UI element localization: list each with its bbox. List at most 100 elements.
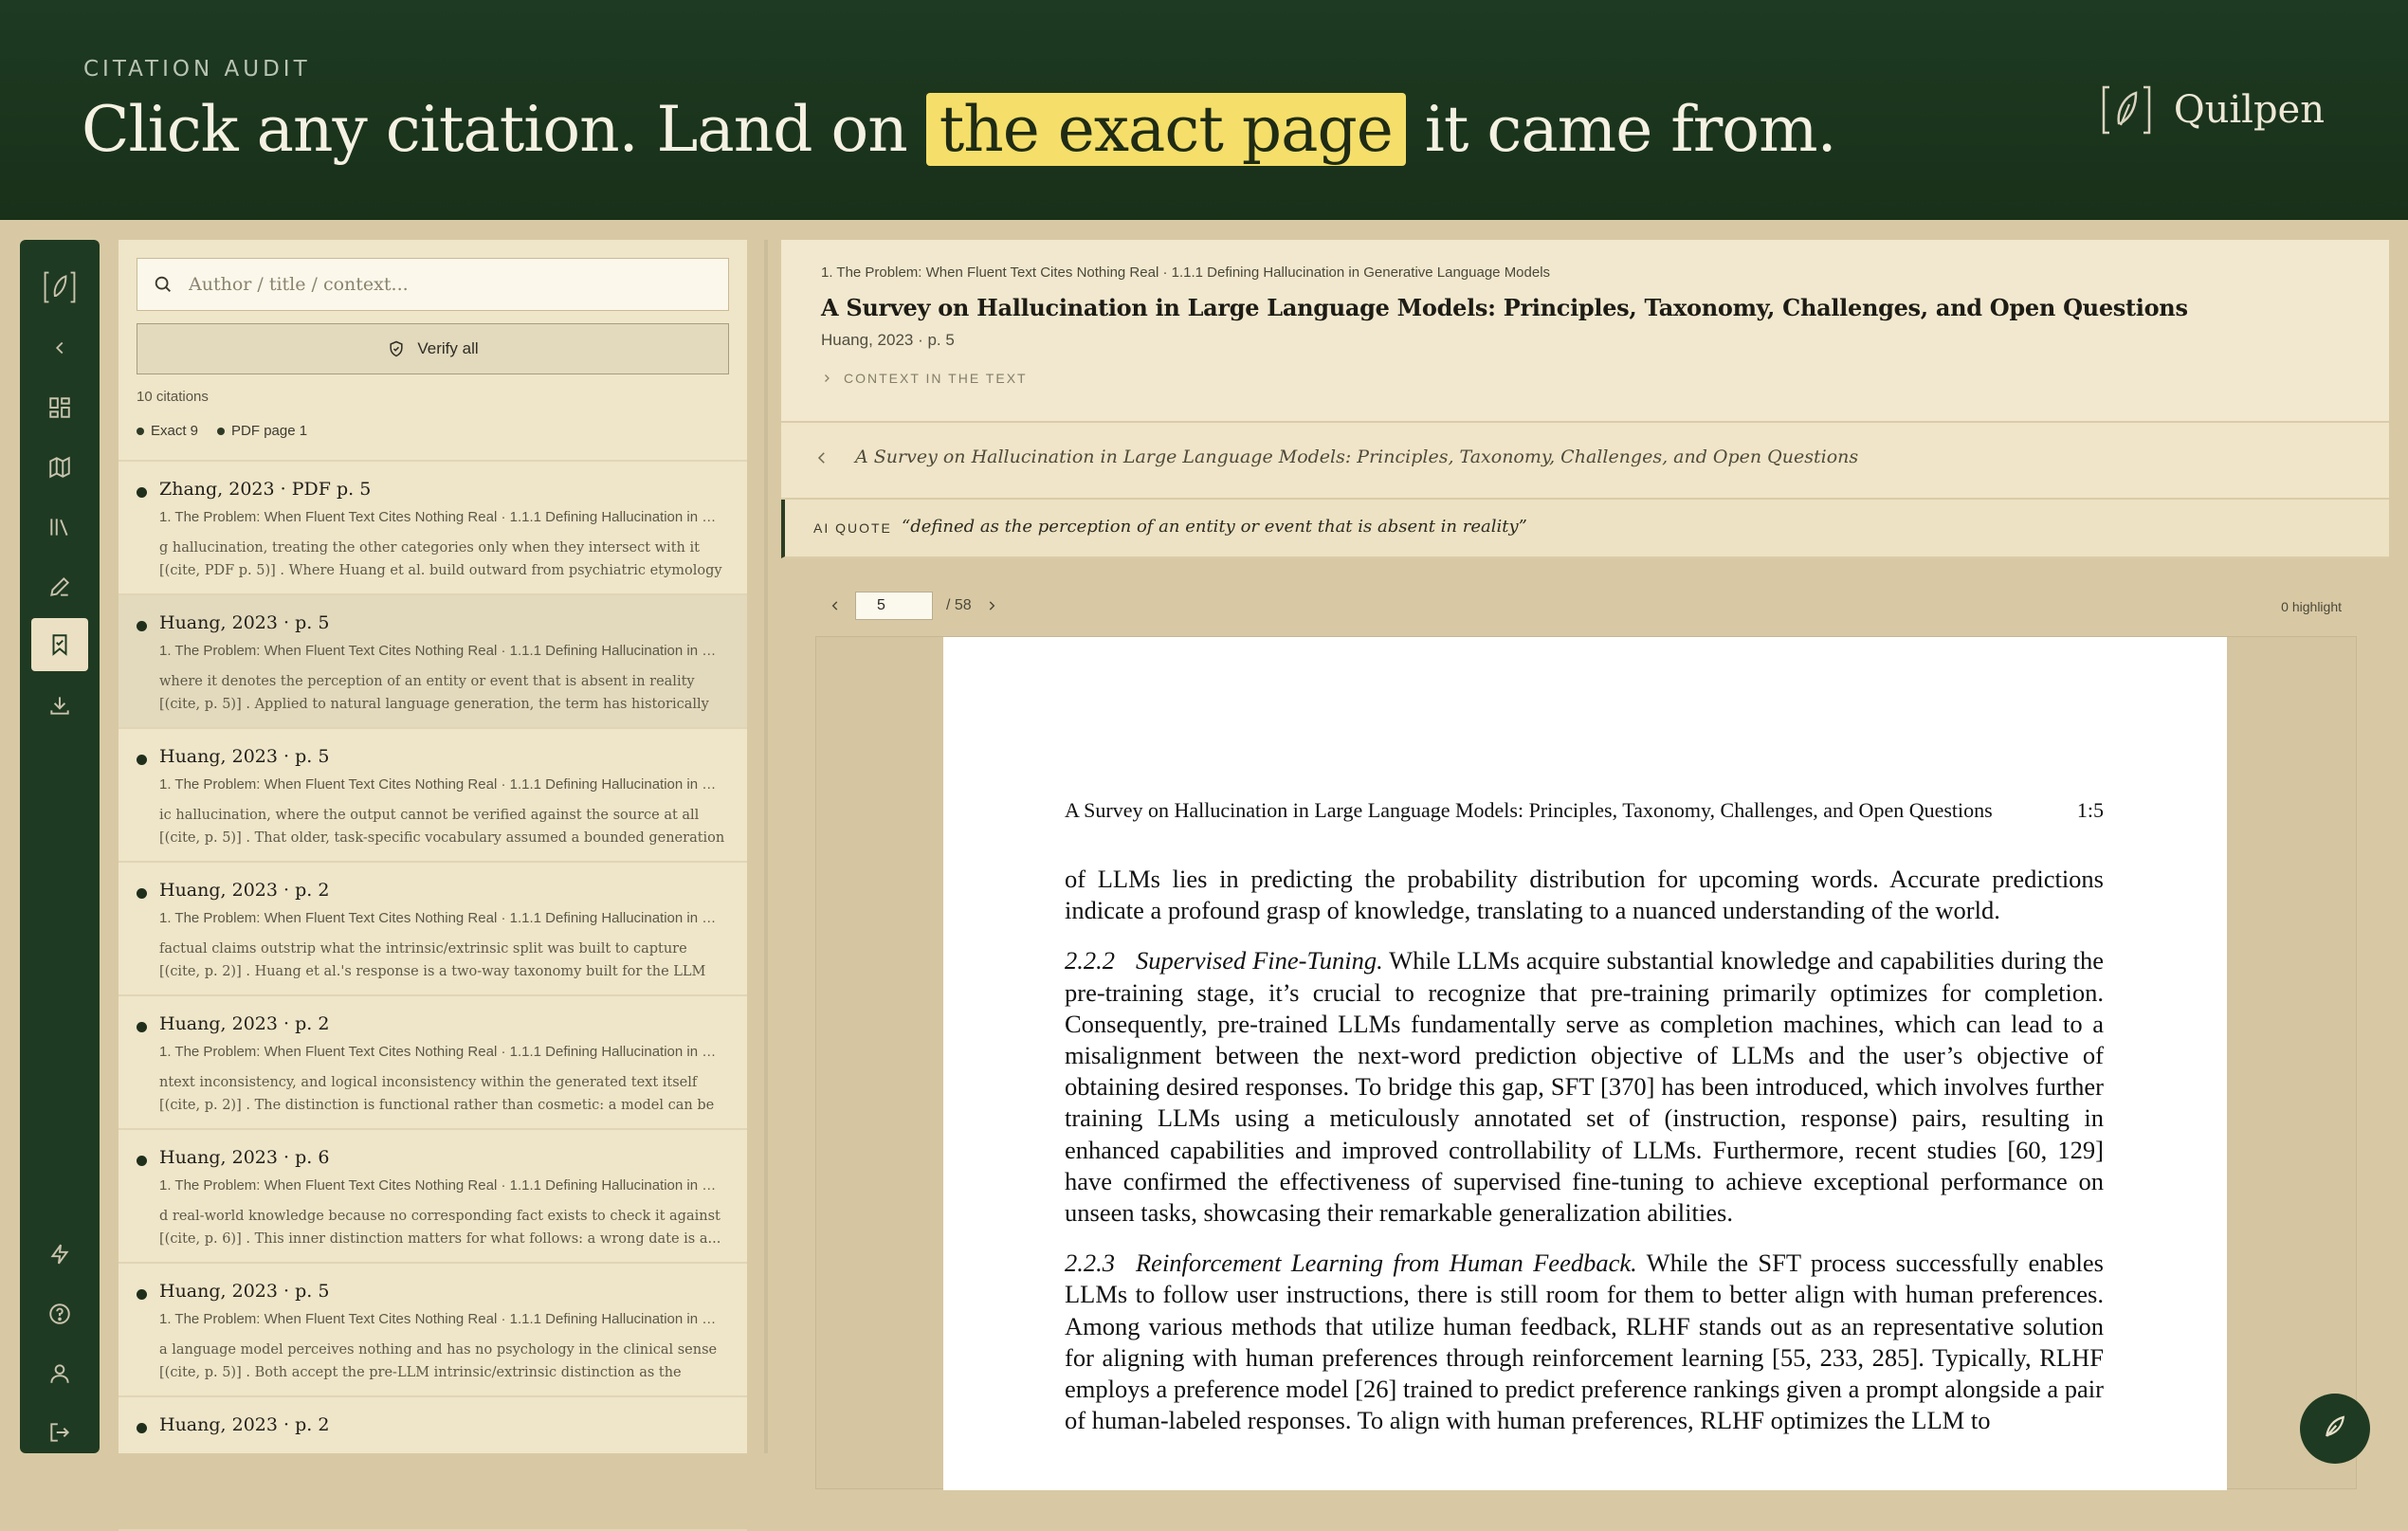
dot-icon <box>137 428 144 436</box>
legend-item-exact[interactable]: Exact 9 <box>137 423 198 439</box>
lightning-icon <box>50 1244 69 1265</box>
ai-quote-text: “defined as the perception of an entity … <box>902 517 1527 537</box>
citation-item[interactable]: Huang, 2023 · p. 6 1. The Problem: When … <box>119 1130 747 1264</box>
logout-icon <box>50 1423 70 1442</box>
map-icon <box>49 456 70 479</box>
nav-write[interactable] <box>31 560 88 613</box>
headline-text-before: Click any citation. Land on <box>82 93 908 166</box>
citations-panel: Verify all 10 citations Exact 9 PDF page… <box>119 240 747 1531</box>
citation-list: Zhang, 2023 · PDF p. 5 1. The Problem: W… <box>119 462 747 1531</box>
source-bar: A Survey on Hallucination in Large Langu… <box>781 423 2389 500</box>
section-title: Supervised Fine-Tuning. <box>1136 946 1383 975</box>
nav-help[interactable] <box>31 1287 88 1340</box>
pdf-viewer[interactable]: A Survey on Hallucination in Large Langu… <box>815 636 2357 1490</box>
section-title: Reinforcement Learning from Human Feedba… <box>1136 1248 1637 1278</box>
dot-icon <box>217 428 226 436</box>
detail-header: 1. The Problem: When Fluent Text Cites N… <box>781 240 2389 423</box>
brand-name: Quilpen <box>2173 88 2325 132</box>
shield-check-icon <box>390 340 403 357</box>
running-head-page: 1:5 <box>2076 798 2104 822</box>
bookmark-icon <box>52 634 67 656</box>
chevron-left-icon <box>55 341 64 355</box>
citation-snippet: ntext inconsistency, and logical inconsi… <box>159 1075 715 1113</box>
verify-all-label: Verify all <box>417 339 479 357</box>
hero-header: CITATION AUDIT Click any citation. Land … <box>0 0 2408 220</box>
running-head-title: A Survey on Hallucination in Large Langu… <box>1065 798 1993 822</box>
citation-item[interactable]: Huang, 2023 · p. 5 1. The Problem: When … <box>119 1264 747 1397</box>
citation-item[interactable]: Zhang, 2023 · PDF p. 5 1. The Problem: W… <box>119 462 747 595</box>
citation-title: Huang, 2023 · p. 2 <box>159 1414 330 1435</box>
page-total: / 58 <box>946 597 972 613</box>
status-legend: Exact 9 PDF page 1 <box>137 423 307 439</box>
legend-label: PDF page 1 <box>231 423 308 439</box>
page-number-input[interactable] <box>855 592 933 620</box>
search-input[interactable] <box>187 273 702 296</box>
citation-path: 1. The Problem: When Fluent Text Cites N… <box>159 910 726 926</box>
headline: Click any citation. Land on the exact pa… <box>82 93 1837 166</box>
nav-logout[interactable] <box>31 1406 88 1459</box>
nav-dashboard[interactable] <box>31 381 88 434</box>
rail-logo-button[interactable] <box>31 261 88 314</box>
citation-item[interactable]: Huang, 2023 · p. 2 <box>119 1397 747 1531</box>
headline-highlight: the exact page <box>925 93 1406 166</box>
prev-page-icon[interactable] <box>829 599 842 612</box>
nav-map[interactable] <box>31 441 88 494</box>
nav-citations[interactable] <box>31 618 88 671</box>
quilpen-logo-icon <box>2102 85 2151 135</box>
ai-quote: AI QUOTE “defined as the perception of a… <box>781 500 2389 558</box>
section-number: 2.2.2 <box>1065 946 1115 975</box>
status-dot-icon <box>137 1156 147 1166</box>
legend-item-pdf-page[interactable]: PDF page 1 <box>217 423 307 439</box>
section-heading: 2.2.2 Supervised Fine-Tuning. <box>1065 946 1383 975</box>
citation-snippet: d real-world knowledge because no corres… <box>159 1209 721 1247</box>
panel-splitter[interactable] <box>764 240 768 1453</box>
citation-title: Zhang, 2023 · PDF p. 5 <box>159 479 372 500</box>
citation-title: Huang, 2023 · p. 2 <box>159 1013 330 1034</box>
citation-snippet: g hallucination, treating the other cate… <box>159 540 722 578</box>
collapse-button[interactable] <box>31 321 88 374</box>
citation-title: Huang, 2023 · p. 5 <box>159 746 330 767</box>
search-box[interactable] <box>137 258 729 311</box>
pdf-pager: / 58 <box>829 592 998 620</box>
citation-item[interactable]: Huang, 2023 · p. 5 1. The Problem: When … <box>119 729 747 863</box>
status-dot-icon <box>137 1423 147 1433</box>
citation-detail: 1. The Problem: When Fluent Text Cites N… <box>781 240 2389 1490</box>
paragraph-text: While LLMs acquire substantial knowledge… <box>1065 946 2104 1228</box>
section-number: 2.2.3 <box>1065 1248 1115 1278</box>
citation-path: 1. The Problem: When Fluent Text Cites N… <box>159 1177 726 1194</box>
status-dot-icon <box>137 1022 147 1032</box>
download-icon <box>50 697 69 715</box>
quilpen-logo-icon <box>44 271 76 303</box>
nav-account[interactable] <box>31 1347 88 1400</box>
nav-rail <box>20 240 100 1453</box>
brand[interactable]: Quilpen <box>2100 83 2325 137</box>
verify-all-button[interactable]: Verify all <box>137 323 729 374</box>
citation-title: Huang, 2023 · p. 2 <box>159 880 330 901</box>
next-page-icon[interactable] <box>985 599 998 612</box>
citation-item-selected[interactable]: Huang, 2023 · p. 5 1. The Problem: When … <box>119 595 747 729</box>
nav-library[interactable] <box>31 501 88 554</box>
highlight-count: 0 highlight <box>2281 599 2342 614</box>
eyebrow-label: CITATION AUDIT <box>83 57 311 82</box>
citation-title: Huang, 2023 · p. 5 <box>159 612 330 633</box>
citation-path: 1. The Problem: When Fluent Text Cites N… <box>159 643 726 659</box>
citation-snippet: ic hallucination, where the output canno… <box>159 808 725 846</box>
citation-path: 1. The Problem: When Fluent Text Cites N… <box>159 1311 726 1327</box>
pdf-page: A Survey on Hallucination in Large Langu… <box>943 637 2227 1490</box>
pdf-paragraph: 2.2.3 Reinforcement Learning from Human F… <box>1065 1248 2104 1436</box>
chevron-right-icon <box>825 374 830 382</box>
breadcrumb: 1. The Problem: When Fluent Text Cites N… <box>821 264 1551 281</box>
citation-snippet: factual claims outstrip what the intrins… <box>159 941 706 979</box>
pdf-paragraph: of LLMs lies in predicting the probabili… <box>1065 865 2104 925</box>
status-dot-icon <box>137 755 147 765</box>
citation-item[interactable]: Huang, 2023 · p. 2 1. The Problem: When … <box>119 863 747 996</box>
nav-quick-actions[interactable] <box>31 1228 88 1281</box>
ai-quote-label: AI QUOTE <box>813 520 892 536</box>
nav-export[interactable] <box>31 679 88 732</box>
citation-item[interactable]: Huang, 2023 · p. 2 1. The Problem: When … <box>119 996 747 1130</box>
context-toggle[interactable]: CONTEXT IN THE TEXT <box>821 371 1028 386</box>
citation-snippet: a language model perceives nothing and h… <box>159 1342 718 1380</box>
compose-fab[interactable] <box>2300 1394 2370 1464</box>
back-button[interactable] <box>813 449 830 471</box>
pdf-paragraph: 2.2.2 Supervised Fine-Tuning. While LLMs … <box>1065 945 2104 1229</box>
